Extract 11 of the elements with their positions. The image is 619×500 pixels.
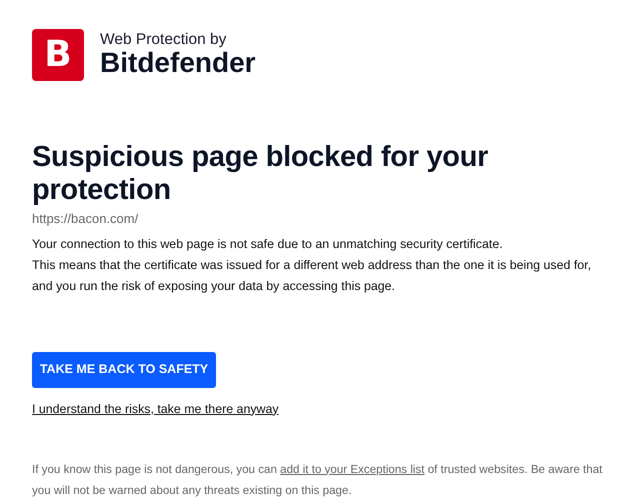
warning-message: This means that the certificate was issued for a different web address than the one it is being used for, and you run the risk of exposing your data by accessing this page. xyxy=(32,256,592,295)
back-to-safety-button[interactable]: TAKE ME BACK TO SAFETY xyxy=(32,352,216,388)
proceed-link[interactable]: I understand the risks, take me there anyway xyxy=(32,400,279,418)
page-heading: Suspicious page blocked for your protection xyxy=(32,141,490,207)
footer-note: If you know this page is not dangerous, you can add it to your Exceptions list of trusted websites. Be aware that you will not be warned about any threats existing on this page. xyxy=(32,462,604,498)
brand-name: Bitdefender xyxy=(100,48,256,79)
logo-icon: B xyxy=(32,29,84,81)
exceptions-link[interactable]: add it to your Exceptions list xyxy=(280,462,424,476)
blocked-url: https://bacon.com/ xyxy=(32,210,140,228)
warning-message: Your connection to this web page is not safe due to an unmatching security certificate. xyxy=(32,236,504,253)
brand-tagline: Web Protection by xyxy=(100,31,228,48)
